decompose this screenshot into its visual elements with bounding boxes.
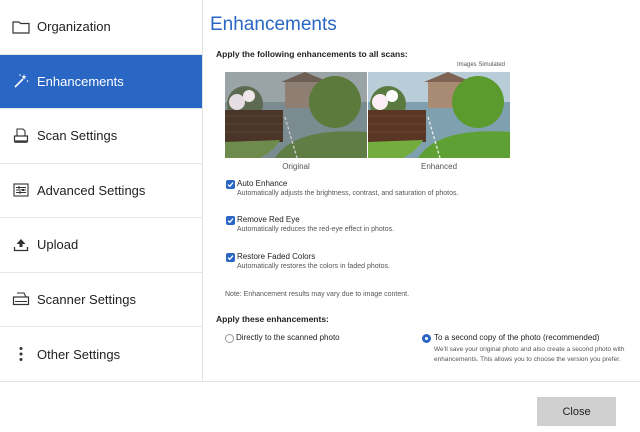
footer-bar: Close xyxy=(0,381,640,432)
images-simulated-label: Images Simulated xyxy=(457,62,506,68)
vertical-dots-icon xyxy=(11,344,31,364)
sidebar-item-upload[interactable]: Upload xyxy=(0,218,202,273)
apply-second-copy-description: We'll save your original photo and also … xyxy=(434,346,625,363)
original-photo xyxy=(225,72,367,158)
option-title: Remove Red Eye xyxy=(237,215,300,224)
sidebar-item-label: Advanced Settings xyxy=(37,182,146,198)
remove-red-eye-checkbox[interactable] xyxy=(226,216,235,225)
scanner-icon xyxy=(11,126,31,146)
close-button[interactable]: Close xyxy=(537,397,616,426)
sidebar-item-label: Scanner Settings xyxy=(37,291,137,307)
original-caption: Original xyxy=(282,162,310,171)
checkmark-icon xyxy=(227,255,234,261)
restore-faded-colors-checkbox[interactable] xyxy=(226,253,235,262)
enhancements-panel: Enhancements Apply the following enhance… xyxy=(203,0,640,381)
sidebar-item-label: Other Settings xyxy=(37,346,121,362)
intro-text: Apply the following enhancements to all … xyxy=(216,49,408,59)
enhancement-note: Note: Enhancement results may vary due t… xyxy=(225,291,410,298)
sidebar-item-label: Scan Settings xyxy=(37,128,118,144)
apply-second-copy-radio[interactable] xyxy=(422,334,431,343)
enhanced-photo xyxy=(368,72,510,158)
option-description: Automatically restores the colors in fad… xyxy=(237,263,390,270)
sidebar-item-scan-settings[interactable]: Scan Settings xyxy=(0,109,202,164)
checkmark-icon xyxy=(227,182,234,188)
scanner-icon xyxy=(11,289,31,309)
apply-directly-radio[interactable] xyxy=(225,334,234,343)
upload-icon xyxy=(11,235,31,255)
folder-icon xyxy=(11,17,31,37)
sidebar-item-enhancements[interactable]: Enhancements xyxy=(0,54,202,109)
option-title: Auto Enhance xyxy=(237,179,288,188)
sliders-icon xyxy=(11,180,31,200)
sidebar-item-label: Upload xyxy=(37,237,79,253)
auto-enhance-checkbox[interactable] xyxy=(226,180,235,189)
magic-wand-icon xyxy=(11,71,31,91)
option-title: Restore Faded Colors xyxy=(237,252,316,261)
option-description: Automatically adjusts the brightness, co… xyxy=(237,190,459,197)
sidebar-item-organization[interactable]: Organization xyxy=(0,0,202,55)
sidebar-item-other-settings[interactable]: Other Settings xyxy=(0,327,202,382)
option-description: Automatically reduces the red-eye effect… xyxy=(237,226,395,233)
apply-second-copy-label[interactable]: To a second copy of the photo (recommend… xyxy=(434,333,599,342)
sidebar-item-label: Enhancements xyxy=(37,73,124,89)
checkmark-icon xyxy=(227,218,234,224)
sidebar-item-advanced-settings[interactable]: Advanced Settings xyxy=(0,164,202,218)
page-title: Enhancements xyxy=(210,14,337,35)
apply-directly-label[interactable]: Directly to the scanned photo xyxy=(236,333,340,342)
sidebar: Organization Enhancements Scan Settings … xyxy=(0,0,203,381)
sidebar-item-scanner-settings[interactable]: Scanner Settings xyxy=(0,273,202,327)
sidebar-item-label: Organization xyxy=(37,19,111,35)
apply-heading: Apply these enhancements: xyxy=(216,314,329,324)
enhanced-caption: Enhanced xyxy=(420,162,458,171)
